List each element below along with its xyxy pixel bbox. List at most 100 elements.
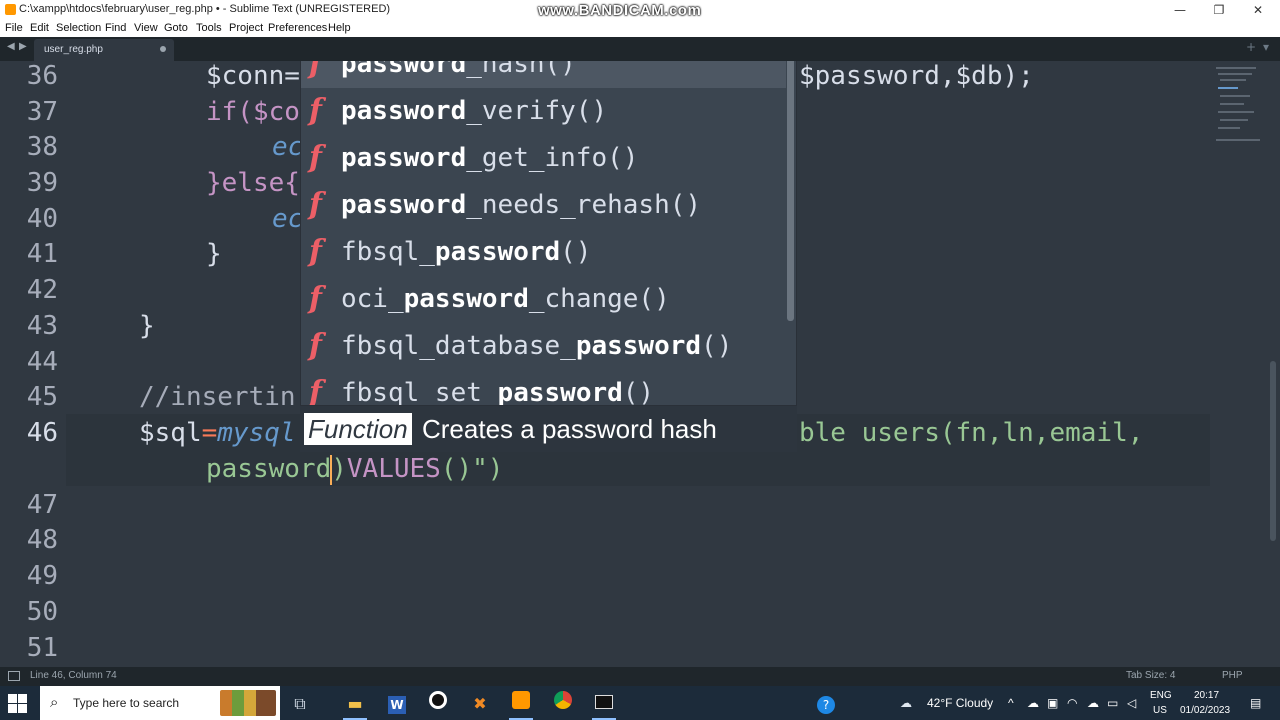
minimap[interactable]: [1212, 61, 1272, 161]
minimap-line: [1218, 87, 1238, 89]
label-match: password: [403, 284, 529, 314]
autocomplete-item[interactable]: f password_verify(): [301, 88, 786, 135]
minimap-line: [1220, 103, 1244, 105]
tab-bar: ◀ ▶ user_reg.php + ▾: [0, 37, 1280, 61]
windows-taskbar: ⌕ Type here to search ⧉ ▬ W ✖ ? ☁ 42°F C…: [0, 686, 1280, 720]
minimap-line: [1220, 119, 1248, 121]
search-placeholder: Type here to search: [73, 696, 180, 710]
code-editor[interactable]: 36 37 38 39 40 41 42 43 44 45 46 47 48 4…: [0, 61, 1280, 667]
word-icon[interactable]: W: [379, 690, 415, 718]
menu-bar: File Edit Selection Find View Goto Tools…: [0, 20, 1280, 37]
autocomplete-label: password_verify(): [341, 93, 607, 129]
autocomplete-label: oci_password_change(): [341, 281, 670, 317]
new-tab-icon[interactable]: +: [1246, 40, 1256, 54]
autocomplete-item[interactable]: f oci_password_change(): [301, 276, 786, 323]
menu-tools[interactable]: Tools: [196, 22, 222, 34]
tab-prev-icon[interactable]: ◀: [7, 41, 15, 52]
tray-cloud-icon[interactable]: ☁: [1027, 696, 1039, 710]
code-line-36a: $conn=: [206, 61, 300, 91]
minimap-line: [1216, 139, 1260, 141]
language-code[interactable]: ENG: [1150, 690, 1172, 701]
line-number: 50: [26, 597, 58, 627]
code-token-keyword: VALUES: [346, 454, 441, 484]
tray-shield-icon[interactable]: ▣: [1047, 696, 1058, 710]
bandicam-icon[interactable]: [420, 690, 456, 718]
autocomplete-item[interactable]: f fbsql_set_password(): [301, 370, 786, 405]
tab-next-icon[interactable]: ▶: [19, 41, 27, 52]
cursor-position: Line 46, Column 74: [30, 670, 117, 681]
restore-button[interactable]: ❐: [1199, 0, 1239, 20]
tray-volume-icon[interactable]: ◁: [1127, 696, 1136, 710]
doc-kind-label: Function: [304, 413, 412, 445]
menu-goto[interactable]: Goto: [164, 22, 188, 34]
task-view-icon[interactable]: ⧉: [282, 690, 318, 718]
menu-selection[interactable]: Selection: [56, 22, 101, 34]
label-match: password: [341, 190, 467, 220]
autocomplete-popup[interactable]: f password_hash() f password_verify() f …: [300, 61, 797, 406]
xampp-icon[interactable]: ✖: [462, 690, 498, 718]
autocomplete-item[interactable]: f password_needs_rehash(): [301, 182, 786, 229]
autocomplete-label: fbsql_database_password(): [341, 328, 732, 364]
line-number: 36: [26, 61, 58, 91]
notification-icon[interactable]: ▤: [1250, 696, 1261, 710]
code-line-38: ec: [272, 132, 304, 162]
minimize-button[interactable]: —: [1160, 0, 1200, 20]
label-match: password: [341, 61, 467, 79]
line-number: 40: [26, 204, 58, 234]
line-number: 45: [26, 382, 58, 412]
menu-find[interactable]: Find: [105, 22, 126, 34]
menu-project[interactable]: Project: [229, 22, 263, 34]
menu-preferences[interactable]: Preferences: [268, 22, 327, 34]
code-line-39: }else{: [206, 168, 300, 198]
code-line-46a: $sql=mysql: [139, 415, 296, 451]
menu-file[interactable]: File: [5, 22, 23, 34]
code-token-op: =: [201, 418, 218, 448]
vertical-scrollbar[interactable]: [1270, 361, 1276, 541]
language-region[interactable]: US: [1153, 705, 1167, 716]
weather-text[interactable]: 42°F Cloudy: [927, 696, 993, 710]
function-kind-icon: f: [309, 140, 322, 175]
autocomplete-item[interactable]: f fbsql_password(): [301, 229, 786, 276]
function-kind-icon: f: [309, 61, 322, 81]
tray-battery-icon[interactable]: ▭: [1107, 696, 1118, 710]
line-number: 44: [26, 347, 58, 377]
terminal-icon[interactable]: [586, 690, 622, 720]
unsaved-dot-icon[interactable]: [160, 46, 166, 52]
menu-view[interactable]: View: [134, 22, 158, 34]
tab-list-icon[interactable]: ▾: [1263, 40, 1269, 54]
autocomplete-scrollbar[interactable]: [787, 61, 794, 321]
line-number: 38: [26, 132, 58, 162]
panel-toggle-icon[interactable]: [8, 671, 20, 681]
file-explorer-icon[interactable]: ▬: [337, 690, 373, 720]
search-highlight-image: [220, 690, 276, 716]
autocomplete-item[interactable]: f password_get_info(): [301, 135, 786, 182]
taskbar-search-box[interactable]: ⌕ Type here to search: [40, 686, 280, 720]
clock-time[interactable]: 20:17: [1194, 690, 1219, 701]
label-match: password: [341, 96, 467, 126]
menu-help[interactable]: Help: [328, 22, 351, 34]
tray-onedrive-icon[interactable]: ☁: [1087, 696, 1099, 710]
menu-edit[interactable]: Edit: [30, 22, 49, 34]
chrome-icon[interactable]: [545, 690, 581, 718]
close-button[interactable]: ✕: [1238, 0, 1278, 20]
sublime-text-icon[interactable]: [503, 690, 539, 720]
clock-date[interactable]: 01/02/2023: [1180, 705, 1230, 716]
minimap-line: [1218, 111, 1254, 113]
windows-start-icon[interactable]: [8, 694, 28, 714]
minimap-line: [1220, 95, 1250, 97]
tray-wifi-icon[interactable]: ◠: [1067, 696, 1077, 710]
tab-user-reg[interactable]: user_reg.php: [34, 39, 174, 61]
weather-cloud-icon[interactable]: ☁: [900, 696, 912, 710]
autocomplete-item[interactable]: f fbsql_database_password(): [301, 323, 786, 370]
help-icon[interactable]: ?: [808, 690, 844, 718]
label-suffix: (): [560, 237, 592, 267]
label-suffix: _needs_rehash(): [466, 190, 702, 220]
syntax-mode[interactable]: PHP: [1222, 670, 1243, 681]
tab-size[interactable]: Tab Size: 4: [1126, 670, 1175, 681]
minimap-line: [1218, 73, 1252, 75]
autocomplete-doc: Function Creates a password hash: [300, 406, 797, 452]
autocomplete-item[interactable]: f password_hash(): [301, 61, 786, 88]
tray-chevron-icon[interactable]: ^: [1008, 696, 1014, 710]
doc-description: Creates a password hash: [422, 414, 717, 444]
label-match: password: [575, 331, 702, 361]
